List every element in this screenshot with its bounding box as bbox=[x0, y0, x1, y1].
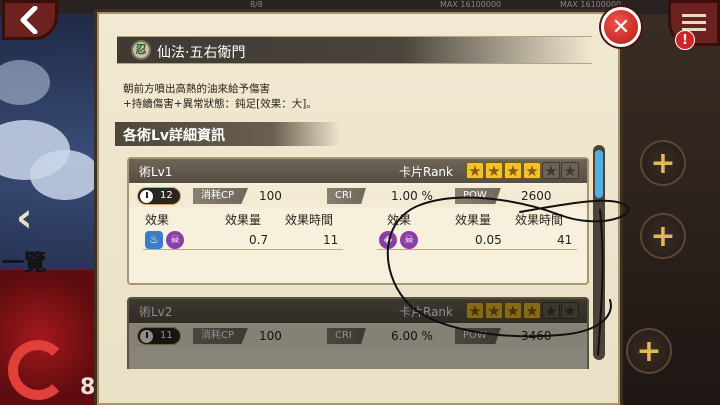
status-text: MAX 16100000 bbox=[440, 0, 502, 9]
effect-icons: ◈ ☠ bbox=[379, 231, 418, 249]
effect-time-header: 效果時間 bbox=[285, 213, 334, 227]
divider bbox=[143, 249, 343, 250]
level-label: 術Lv1 bbox=[139, 165, 173, 179]
add-button[interactable]: + bbox=[626, 328, 672, 374]
description-line: 朝前方噴出高熱的油來給予傷害 bbox=[123, 83, 270, 95]
skill-description: 朝前方噴出高熱的油來給予傷害 +持續傷害+異常狀態：鈍足[效果：大]。 bbox=[123, 82, 317, 112]
back-button[interactable] bbox=[2, 0, 58, 40]
cp-value: 100 bbox=[259, 189, 282, 203]
star-filled-icon: ★ bbox=[504, 302, 522, 320]
cri-value: 6.00 % bbox=[391, 329, 433, 343]
effect-time: 11 bbox=[323, 233, 339, 247]
cri-label: CRI bbox=[327, 188, 366, 204]
pow-label: POW bbox=[455, 188, 501, 204]
effect-icons: ♨ ☠ bbox=[145, 231, 184, 249]
divider bbox=[377, 249, 577, 250]
stat-row: 12 消耗CP 100 CRI 1.00 % POW 2600 bbox=[129, 185, 587, 207]
side-text: 一覽 bbox=[2, 250, 47, 276]
star-filled-icon: ★ bbox=[523, 162, 541, 180]
star-filled-icon: ★ bbox=[523, 302, 541, 320]
back-arrow-icon bbox=[20, 6, 38, 34]
scrollbar-thumb[interactable] bbox=[595, 150, 603, 198]
section-header: 各術Lv詳細資訊 bbox=[115, 122, 340, 146]
star-filled-icon: ★ bbox=[466, 302, 484, 320]
effect-time: 41 bbox=[557, 233, 573, 247]
status-text: 8/8 bbox=[250, 0, 263, 9]
skull-effect-icon: ☠ bbox=[400, 231, 418, 249]
effect-amount-header: 效果量 bbox=[225, 213, 262, 227]
effect-amount: 0.05 bbox=[475, 233, 502, 247]
skull-effect-icon: ☠ bbox=[166, 231, 184, 249]
star-empty-icon: ★ bbox=[542, 162, 560, 180]
slow-effect-icon: ◈ bbox=[379, 231, 397, 249]
effect-time-header: 效果時間 bbox=[515, 213, 564, 227]
star-empty-icon: ★ bbox=[561, 302, 579, 320]
star-filled-icon: ★ bbox=[504, 162, 522, 180]
cooldown-value: 11 bbox=[160, 330, 173, 341]
cp-label: 消耗CP bbox=[193, 328, 249, 344]
stat-row: 11 消耗CP 100 CRI 6.00 % POW 3460 bbox=[129, 325, 587, 347]
pow-value: 2600 bbox=[521, 189, 552, 203]
status-text: MAX 16100000 bbox=[560, 0, 622, 9]
level-card-header: 術Lv2 卡片Rank ★ ★ ★ ★ ★ ★ bbox=[129, 299, 587, 323]
effect-header: 效果 bbox=[145, 213, 170, 227]
cp-value: 100 bbox=[259, 329, 282, 343]
rank-stars: ★ ★ ★ ★ ★ ★ bbox=[466, 302, 579, 320]
section-title: 各術Lv詳細資訊 bbox=[123, 128, 226, 144]
description-line: +持續傷害+異常狀態：鈍足[效果：大]。 bbox=[123, 98, 317, 110]
side-left-arrow-icon[interactable]: ‹ bbox=[16, 195, 32, 241]
star-empty-icon: ★ bbox=[542, 302, 560, 320]
clock-icon bbox=[139, 329, 154, 344]
cooldown-value: 12 bbox=[160, 190, 173, 201]
dialog-title-bar: 忍 仙法·五右衛門 bbox=[117, 36, 592, 64]
level-label: 術Lv2 bbox=[139, 305, 173, 319]
close-icon: ✕ bbox=[611, 14, 631, 40]
clock-icon bbox=[139, 189, 154, 204]
level-card: 術Lv2 卡片Rank ★ ★ ★ ★ ★ ★ 11 消耗CP 100 CRI … bbox=[127, 297, 589, 369]
level-card: 術Lv1 卡片Rank ★ ★ ★ ★ ★ ★ 12 消耗CP 100 CRI … bbox=[127, 157, 589, 285]
cri-label: CRI bbox=[327, 328, 366, 344]
pow-value: 3460 bbox=[521, 329, 552, 343]
bottom-number: 8 bbox=[80, 375, 96, 400]
ninjutsu-badge-icon: 忍 bbox=[131, 40, 151, 60]
add-button[interactable]: + bbox=[640, 140, 686, 186]
pow-label: POW bbox=[455, 328, 501, 344]
add-button[interactable]: + bbox=[640, 213, 686, 259]
star-filled-icon: ★ bbox=[485, 302, 503, 320]
effect-amount-header: 效果量 bbox=[455, 213, 492, 227]
effect-amount: 0.7 bbox=[249, 233, 269, 247]
character-emblem bbox=[8, 340, 68, 400]
cloud-decoration bbox=[30, 150, 100, 200]
rank-stars: ★ ★ ★ ★ ★ ★ bbox=[466, 162, 579, 180]
rank-label: 卡片Rank bbox=[399, 305, 453, 319]
effect-header: 效果 bbox=[387, 213, 412, 227]
rank-label: 卡片Rank bbox=[399, 165, 453, 179]
alert-icon: ! bbox=[675, 30, 695, 50]
level-list[interactable]: 術Lv1 卡片Rank ★ ★ ★ ★ ★ ★ 12 消耗CP 100 CRI … bbox=[127, 157, 593, 369]
star-filled-icon: ★ bbox=[485, 162, 503, 180]
cloud-decoration bbox=[0, 60, 50, 105]
cooldown-badge: 11 bbox=[137, 327, 181, 345]
burn-effect-icon: ♨ bbox=[145, 231, 163, 249]
cp-label: 消耗CP bbox=[193, 188, 249, 204]
star-filled-icon: ★ bbox=[466, 162, 484, 180]
star-empty-icon: ★ bbox=[561, 162, 579, 180]
dialog-title: 仙法·五右衛門 bbox=[157, 45, 246, 61]
close-button[interactable]: ✕ bbox=[601, 7, 641, 47]
level-card-header: 術Lv1 卡片Rank ★ ★ ★ ★ ★ ★ bbox=[129, 159, 587, 183]
cri-value: 1.00 % bbox=[391, 189, 433, 203]
cooldown-badge: 12 bbox=[137, 187, 181, 205]
